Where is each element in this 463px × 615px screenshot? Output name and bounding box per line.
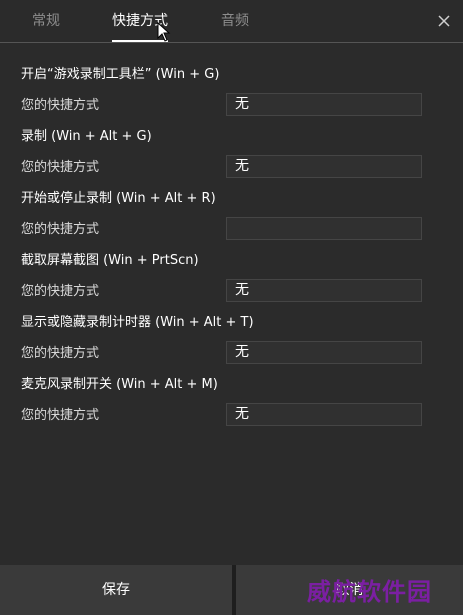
shortcut-label: 您的快捷方式 — [21, 408, 100, 423]
watermark-logo: 威航软件园 — [307, 577, 432, 606]
shortcut-input[interactable]: 无 — [226, 341, 422, 364]
settings-window: 常规 快捷方式 音频 开启“游戏录制工具栏” (Win + G) 您的快捷方式 … — [0, 0, 463, 615]
shortcut-input[interactable] — [226, 217, 422, 240]
shortcut-label: 您的快捷方式 — [21, 98, 100, 113]
tab-bar: 常规 快捷方式 音频 — [0, 0, 463, 43]
shortcut-label: 您的快捷方式 — [21, 284, 100, 299]
tab-general-label: 常规 — [32, 13, 60, 29]
shortcut-title: 录制 (Win + Alt + G) — [21, 129, 152, 144]
shortcut-label: 您的快捷方式 — [21, 222, 100, 237]
shortcut-input[interactable]: 无 — [226, 403, 422, 426]
close-icon — [438, 15, 450, 27]
close-button[interactable] — [435, 12, 453, 30]
tab-general[interactable]: 常规 — [32, 12, 60, 30]
shortcut-label: 您的快捷方式 — [21, 346, 100, 361]
shortcut-input[interactable]: 无 — [226, 155, 422, 178]
tab-audio-label: 音频 — [221, 13, 249, 29]
shortcut-title: 截取屏幕截图 (Win + PrtScn) — [21, 253, 199, 268]
dialog-footer: 保存 取消 威航软件园 — [0, 565, 463, 615]
shortcut-title: 显示或隐藏录制计时器 (Win + Alt + T) — [21, 315, 254, 330]
shortcut-title: 麦克风录制开关 (Win + Alt + M) — [21, 377, 218, 392]
shortcut-input[interactable]: 无 — [226, 93, 422, 116]
mouse-cursor-icon — [157, 22, 171, 42]
shortcut-title: 开始或停止录制 (Win + Alt + R) — [21, 191, 216, 206]
tab-audio[interactable]: 音频 — [221, 12, 249, 30]
shortcut-input[interactable]: 无 — [226, 279, 422, 302]
shortcut-label: 您的快捷方式 — [21, 160, 100, 175]
save-button-label: 保存 — [102, 582, 130, 598]
shortcut-title: 开启“游戏录制工具栏” (Win + G) — [21, 67, 220, 82]
save-button[interactable]: 保存 — [0, 565, 232, 615]
